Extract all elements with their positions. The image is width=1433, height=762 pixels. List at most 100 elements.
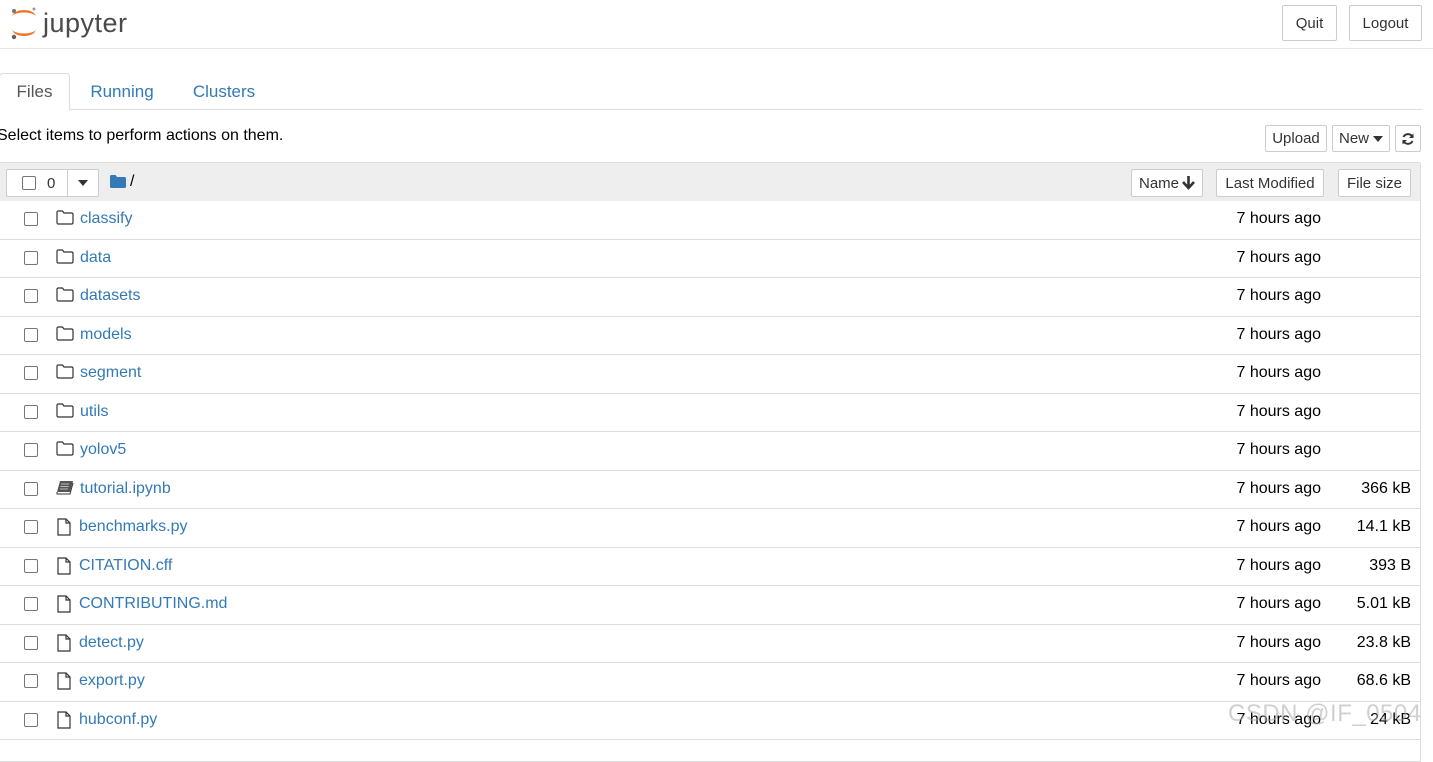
- file-list-item[interactable]: detect.py 7 hours ago 23.8 kB: [0, 624, 1420, 663]
- item-last-modified: 7 hours ago: [1236, 556, 1321, 574]
- select-all-checkbox[interactable]: [22, 176, 36, 190]
- folder-icon: [56, 210, 74, 228]
- item-file-size: 393 B: [1369, 556, 1411, 574]
- item-checkbox[interactable]: [24, 597, 38, 611]
- item-checkbox[interactable]: [24, 212, 38, 226]
- item-file-size: 5.01 kB: [1356, 595, 1411, 612]
- folder-icon: [56, 325, 74, 344]
- file-list-item[interactable]: yolov5 7 hours ago: [0, 432, 1420, 471]
- item-checkbox[interactable]: [24, 674, 38, 688]
- file-list-item[interactable]: datasets 7 hours ago: [0, 278, 1420, 317]
- sort-last-modified-button[interactable]: Last Modified: [1216, 169, 1324, 197]
- refresh-icon: [1402, 132, 1414, 145]
- item-last-modified: 7 hours ago: [1236, 325, 1321, 343]
- breadcrumb[interactable]: /: [130, 173, 134, 191]
- item-last-modified: 7 hours ago: [1236, 402, 1321, 420]
- logout-button[interactable]: Logout: [1349, 5, 1422, 41]
- item-checkbox[interactable]: [24, 712, 38, 727]
- top-header: jupyter Quit Logout: [0, 0, 1433, 49]
- item-last-modified: 7 hours ago: [1236, 210, 1321, 227]
- item-file-size: 23.8 kB: [1356, 633, 1411, 651]
- file-icon: [56, 672, 74, 690]
- file-list-item[interactable]: utils 7 hours ago: [0, 393, 1420, 432]
- item-checkbox[interactable]: [24, 635, 38, 650]
- item-file-size: 366 kB: [1361, 479, 1411, 497]
- item-last-modified: 7 hours ago: [1236, 479, 1321, 497]
- select-all-button[interactable]: 0: [6, 169, 68, 197]
- file-list-item[interactable]: CONTRIBUTING.md 7 hours ago 5.01 kB: [0, 586, 1420, 625]
- item-checkbox[interactable]: [24, 327, 38, 342]
- item-name-link[interactable]: benchmarks.py: [79, 518, 188, 536]
- caret-down-icon: [1373, 135, 1384, 142]
- file-list-header: 0 / Name Last Modified File size: [0, 163, 1420, 202]
- watermark: CSDN @IF_0504: [1228, 700, 1422, 727]
- item-checkbox[interactable]: [24, 366, 38, 380]
- refresh-button[interactable]: [1395, 125, 1421, 152]
- sort-name-label: Name: [1138, 174, 1179, 192]
- item-file-size: 68.6 kB: [1356, 672, 1411, 689]
- item-checkbox[interactable]: [24, 558, 38, 573]
- item-name-link[interactable]: datasets: [80, 287, 140, 305]
- item-last-modified: 7 hours ago: [1236, 672, 1321, 689]
- upload-button[interactable]: Upload: [1265, 125, 1327, 152]
- item-checkbox[interactable]: [24, 404, 38, 419]
- jupyter-logo[interactable]: jupyter: [9, 5, 128, 41]
- tab-files[interactable]: Files: [0, 73, 70, 111]
- item-name-link[interactable]: data: [80, 249, 111, 267]
- item-name-link[interactable]: tutorial.ipynb: [80, 480, 171, 498]
- item-last-modified: 7 hours ago: [1236, 287, 1321, 304]
- file-icon: [56, 556, 74, 575]
- item-checkbox[interactable]: [24, 289, 38, 303]
- file-list-item[interactable]: segment 7 hours ago: [0, 355, 1420, 394]
- selection-menu-button[interactable]: [67, 169, 99, 197]
- file-list-item[interactable]: benchmarks.py 7 hours ago 14.1 kB: [0, 509, 1420, 548]
- file-list-item[interactable]: models 7 hours ago: [0, 316, 1420, 355]
- file-list-item[interactable]: export.py 7 hours ago 68.6 kB: [0, 663, 1420, 702]
- quit-button[interactable]: Quit: [1282, 5, 1337, 41]
- logo-text: jupyter: [43, 7, 128, 38]
- item-name-link[interactable]: hubconf.py: [79, 711, 157, 729]
- file-list-item[interactable]: hubconf.py 7 hours ago 24 kB: [0, 701, 1420, 740]
- item-last-modified: 7 hours ago: [1236, 248, 1321, 266]
- file-icon: [56, 633, 74, 652]
- tab-running[interactable]: Running: [84, 73, 160, 110]
- item-last-modified: 7 hours ago: [1236, 441, 1321, 458]
- item-checkbox[interactable]: [24, 481, 38, 496]
- item-checkbox[interactable]: [24, 250, 38, 265]
- file-list-item[interactable]: classify 7 hours ago: [0, 201, 1420, 240]
- item-checkbox[interactable]: [24, 520, 38, 534]
- item-last-modified: 7 hours ago: [1236, 595, 1321, 612]
- item-checkbox[interactable]: [24, 443, 38, 457]
- item-name-link[interactable]: utils: [80, 403, 108, 421]
- item-name-link[interactable]: CONTRIBUTING.md: [79, 595, 227, 613]
- folder-icon: [56, 441, 74, 459]
- file-list-item[interactable]: data 7 hours ago: [0, 239, 1420, 278]
- selection-hint: Select items to perform actions on them.: [0, 127, 284, 144]
- new-label: New: [1339, 130, 1370, 147]
- file-icon: [56, 518, 74, 536]
- item-name-link[interactable]: export.py: [79, 672, 145, 690]
- new-dropdown-button[interactable]: New: [1332, 125, 1390, 152]
- item-name-link[interactable]: detect.py: [79, 634, 144, 652]
- sort-file-size-button[interactable]: File size: [1338, 169, 1411, 197]
- item-name-link[interactable]: segment: [80, 364, 141, 382]
- item-last-modified: 7 hours ago: [1236, 518, 1321, 535]
- jupyter-logo-icon: [11, 7, 36, 40]
- item-last-modified: 7 hours ago: [1236, 633, 1321, 651]
- item-last-modified: 7 hours ago: [1236, 364, 1321, 381]
- notebook-icon: [56, 480, 74, 498]
- file-icon: [56, 710, 74, 729]
- item-name-link[interactable]: models: [80, 326, 132, 344]
- file-icon: [56, 595, 74, 613]
- item-name-link[interactable]: CITATION.cff: [79, 557, 172, 575]
- item-name-link[interactable]: yolov5: [80, 441, 126, 459]
- file-list-item[interactable]: tutorial.ipynb 7 hours ago 366 kB: [0, 470, 1420, 509]
- folder-icon: [56, 287, 74, 305]
- folder-icon[interactable]: [110, 175, 126, 188]
- selected-count: 0: [47, 174, 56, 192]
- file-list-item[interactable]: CITATION.cff 7 hours ago 393 B: [0, 547, 1420, 586]
- sort-name-button[interactable]: Name: [1131, 169, 1203, 197]
- tab-clusters[interactable]: Clusters: [186, 73, 262, 110]
- item-file-size: 14.1 kB: [1356, 518, 1411, 535]
- item-name-link[interactable]: classify: [80, 210, 132, 228]
